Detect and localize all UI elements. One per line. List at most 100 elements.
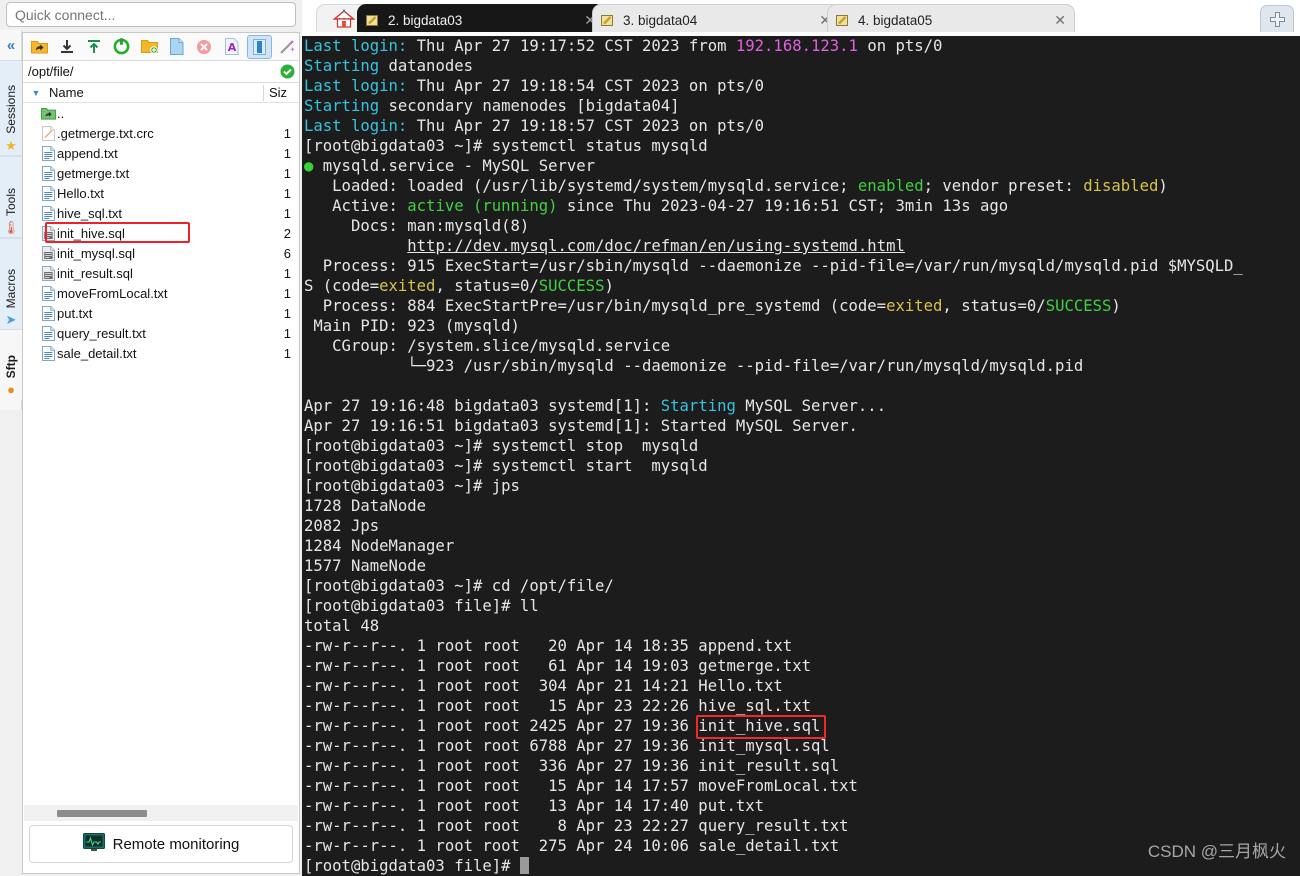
terminal-output[interactable]: Last login: Thu Apr 27 19:17:52 CST 2023…: [302, 36, 1300, 876]
terminal-line: CGroup: /system.slice/mysqld.service: [304, 336, 1300, 356]
file-list-item[interactable]: moveFromLocal.txt 1: [23, 283, 299, 303]
tab-bigdata05[interactable]: 4. bigdata05 ✕: [827, 4, 1075, 36]
terminal-text: -rw-r--r--. 1 root root 13 Apr 14 17:40 …: [304, 797, 765, 815]
terminal-text: Last login:: [304, 37, 408, 55]
terminal-text: [root@bigdata03 file]#: [304, 857, 520, 875]
preview-pane-toggle-icon[interactable]: [247, 34, 272, 59]
terminal-text: ●: [304, 157, 314, 175]
terminal-line: -rw-r--r--. 1 root root 13 Apr 14 17:40 …: [304, 796, 1300, 816]
terminal-line: Last login: Thu Apr 27 19:18:54 CST 2023…: [304, 76, 1300, 96]
sidebar-item-macros[interactable]: ➤ Macros: [0, 238, 22, 330]
terminal-text: 192.168.123.1: [735, 37, 858, 55]
terminal-line: http://dev.mysql.com/doc/refman/en/using…: [304, 236, 1300, 256]
terminal-line: Apr 27 19:16:48 bigdata03 systemd[1]: St…: [304, 396, 1300, 416]
file-name: moveFromLocal.txt: [57, 285, 168, 301]
generic-file-icon: [23, 125, 57, 141]
sftp-path-bar[interactable]: /opt/file/: [23, 61, 299, 83]
terminal-line: -rw-r--r--. 1 root root 2425 Apr 27 19:3…: [304, 715, 1300, 739]
file-list-item[interactable]: put.txt 1: [23, 303, 299, 323]
file-list-item[interactable]: query_result.txt 1: [23, 323, 299, 343]
collapse-sidebar-icon[interactable]: «: [0, 30, 22, 60]
file-list-item[interactable]: ..: [23, 103, 299, 123]
close-icon[interactable]: ✕: [1054, 12, 1066, 29]
file-list-item[interactable]: .getmerge.txt.crc 1: [23, 123, 299, 143]
file-size: 1: [283, 325, 291, 341]
upload-icon[interactable]: [82, 35, 107, 59]
file-list[interactable]: .. .getmerge.txt.crc 1 append.txt 1 getmerge.…: [23, 103, 299, 803]
file-name: ..: [57, 105, 65, 121]
terminal-line: Process: 915 ExecStart=/usr/sbin/mysqld …: [304, 256, 1300, 276]
file-list-item[interactable]: init_mysql.sql 6: [23, 243, 299, 263]
new-folder-icon[interactable]: [137, 35, 162, 59]
tab-bigdata03[interactable]: 2. bigdata03 ✕: [357, 4, 605, 36]
plus-icon: [1269, 11, 1285, 27]
file-size: 1: [283, 205, 291, 221]
terminal-line: -rw-r--r--. 1 root root 8 Apr 23 22:27 q…: [304, 816, 1300, 836]
column-header-name[interactable]: Name: [49, 85, 263, 100]
file-size: 1: [283, 285, 291, 301]
tab-bigdata04[interactable]: 3. bigdata04 ✕: [592, 4, 840, 36]
file-size: 1: [283, 185, 291, 201]
terminal-text: -rw-r--r--. 1 root root 15 Apr 14 17:57 …: [304, 777, 858, 795]
check-circle-icon: [275, 64, 299, 79]
terminal-text: Last login:: [304, 77, 408, 95]
file-list-item[interactable]: append.txt 1: [23, 143, 299, 163]
terminal-text: , status=0/: [435, 277, 539, 295]
terminal-text: total 48: [304, 617, 380, 635]
new-tab-button[interactable]: [1260, 5, 1294, 33]
terminal-text: -rw-r--r--. 1 root root 275 Apr 24 10:06…: [304, 837, 840, 855]
file-list-hscrollbar-thumb[interactable]: [57, 810, 147, 817]
quick-connect-input[interactable]: [6, 2, 296, 27]
file-list-item[interactable]: hive_sql.txt 1: [23, 203, 299, 223]
sidebar-item-label: Sftp: [4, 354, 18, 378]
go-up-folder-icon[interactable]: [27, 35, 52, 59]
file-list-item[interactable]: init_hive.sql 2: [23, 222, 299, 243]
file-list-item[interactable]: init_result.sql 1: [23, 263, 299, 283]
terminal-text: exited: [886, 297, 943, 315]
sidebar-item-tools[interactable]: 🌡 Tools: [0, 156, 22, 238]
globe-icon: ●: [7, 382, 15, 397]
terminal-text: MySQL Server...: [735, 397, 887, 415]
terminal-text: exited: [379, 277, 436, 295]
file-list-item[interactable]: getmerge.txt 1: [23, 163, 299, 183]
remote-monitoring-button[interactable]: Remote monitoring: [29, 825, 293, 863]
terminal-text: ): [604, 277, 614, 295]
file-list-item[interactable]: Hello.txt 1: [23, 183, 299, 203]
column-header-size[interactable]: Siz: [263, 84, 299, 101]
remote-monitoring-label: Remote monitoring: [112, 835, 240, 853]
sidebar-item-sessions[interactable]: ★ Sessions: [0, 60, 22, 156]
terminal-text: ; vendor preset:: [923, 177, 1084, 195]
sidebar-rail: « ★ Sessions 🌡 Tools ➤ Macros ● Sftp: [0, 30, 22, 410]
file-name: hive_sql.txt: [57, 205, 123, 221]
text-file-icon: [23, 205, 57, 221]
follow-terminal-folder-row[interactable]: Follow terminal folder: [29, 869, 293, 876]
file-list-header: ▼ Name Siz: [23, 83, 299, 103]
terminal-line: Active: active (running) since Thu 2023-…: [304, 196, 1300, 216]
delete-icon[interactable]: [192, 35, 217, 59]
sidebar-item-sftp[interactable]: ● Sftp: [0, 330, 22, 400]
tab-bar: 2. bigdata03 ✕ 3. bigdata04 ✕ 4. bigdata…: [302, 0, 1300, 36]
terminal-plug-icon: [836, 14, 852, 28]
terminal-line: [root@bigdata03 ~]# systemctl start mysq…: [304, 456, 1300, 476]
terminal-text: Main PID: 923 (mysqld): [304, 317, 520, 335]
file-list-item[interactable]: sale_detail.txt 1: [23, 343, 299, 363]
terminal-line: S (code=exited, status=0/SUCCESS): [304, 276, 1300, 296]
text-file-icon: [23, 145, 57, 161]
terminal-text: Thu Apr 27 19:18:57 CST 2023 on pts/0: [407, 117, 765, 135]
terminal-text: since Thu 2023-04-27 19:16:51 CST; 3min …: [557, 197, 1009, 215]
terminal-text: Process: 884 ExecStartPre=/usr/bin/mysql…: [304, 297, 887, 315]
terminal-text: SUCCESS: [538, 277, 605, 295]
magic-wand-icon[interactable]: [275, 35, 300, 59]
sort-descending-icon[interactable]: ▼: [23, 88, 49, 98]
terminal-link[interactable]: http://dev.mysql.com/doc/refman/en/using…: [407, 237, 905, 255]
rename-icon[interactable]: A: [220, 35, 245, 59]
terminal-text: 1577 NameNode: [304, 557, 427, 575]
sftp-browser-panel: A /opt/file/ ▼ Name Siz .. .getmerge.txt…: [22, 32, 300, 876]
new-file-icon[interactable]: [165, 35, 190, 59]
svg-text:A: A: [227, 41, 236, 54]
download-icon[interactable]: [55, 35, 80, 59]
refresh-icon[interactable]: [110, 35, 135, 59]
terminal-text: mysqld.service - MySQL Server: [313, 157, 596, 175]
sidebar-item-label: Tools: [4, 187, 18, 216]
